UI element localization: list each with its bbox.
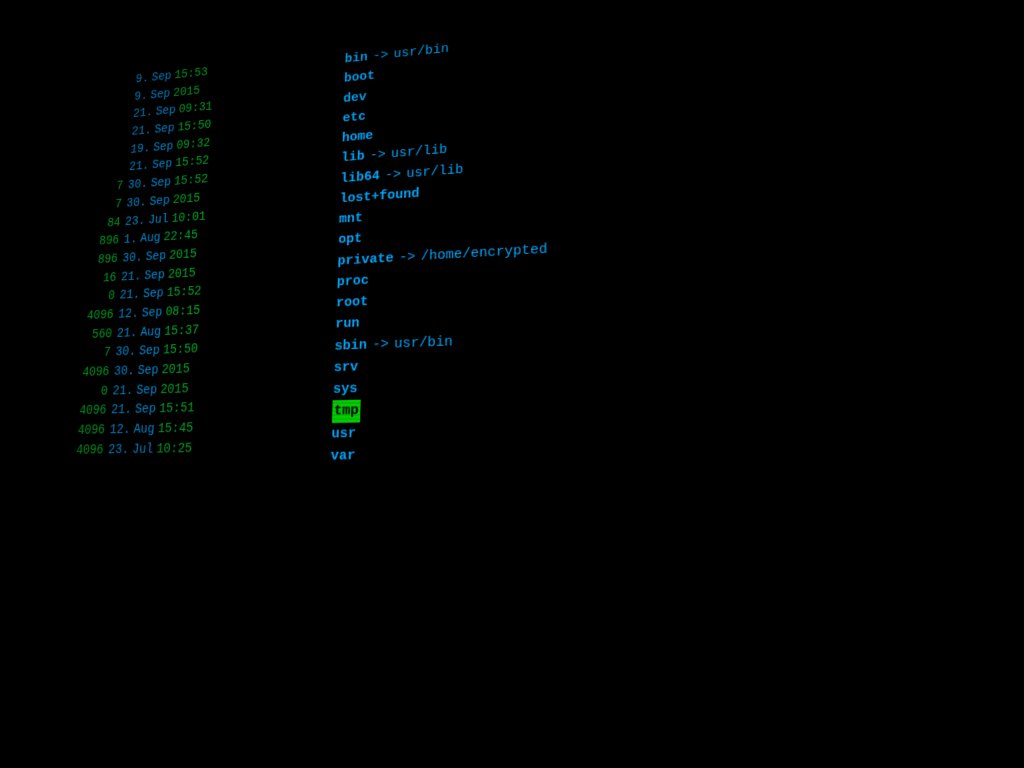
terminal-screen: 9.Sep15:53 9.Sep2015 21.Sep09:31 21.Sep1… — [0, 0, 1024, 768]
dir-entry: usr — [331, 418, 548, 445]
dir-entry: var — [330, 441, 548, 467]
list-item: 409623.Jul10:25 — [58, 437, 322, 461]
right-column: bin->usr/bin boot dev etc home lib->usr/… — [308, 29, 549, 768]
left-column: 9.Sep15:53 9.Sep2015 21.Sep09:31 21.Sep1… — [31, 51, 337, 768]
terminal-content: 9.Sep15:53 9.Sep2015 21.Sep09:31 21.Sep1… — [4, 0, 1024, 768]
terminal-grid: 9.Sep15:53 9.Sep2015 21.Sep09:31 21.Sep1… — [4, 0, 1024, 768]
